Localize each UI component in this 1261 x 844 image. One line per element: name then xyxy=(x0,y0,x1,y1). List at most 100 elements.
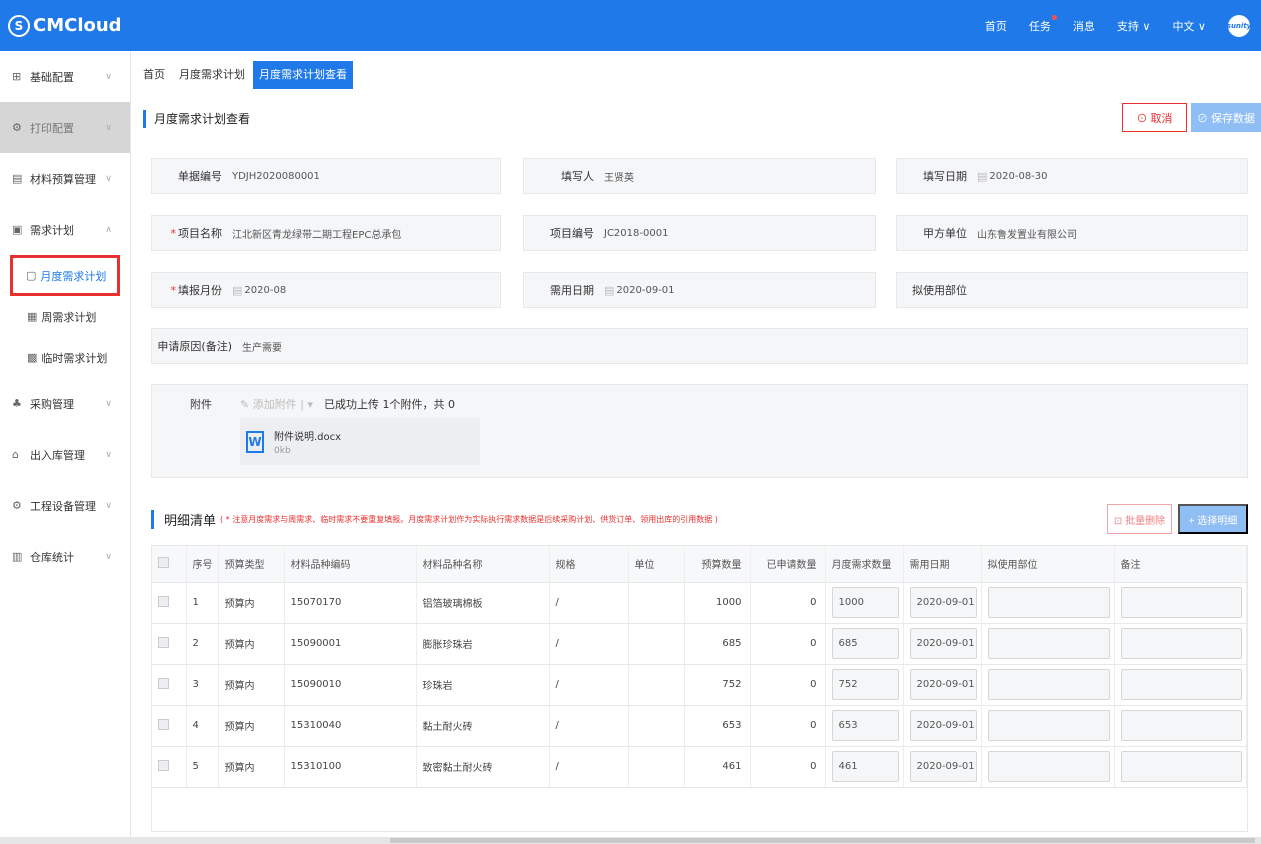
remark-input[interactable] xyxy=(1120,751,1242,782)
required-mark: * xyxy=(170,227,177,240)
use-dept-input[interactable] xyxy=(987,587,1110,618)
tab-home[interactable]: 首页 xyxy=(137,61,171,89)
need-date-input[interactable]: 2020-09-01 xyxy=(909,710,977,741)
cancel-button[interactable]: ⊙ 取消 xyxy=(1122,103,1187,132)
row-checkbox[interactable] xyxy=(158,759,169,771)
tab-monthly-plan-view[interactable]: 月度需求计划查看 xyxy=(253,61,353,89)
budget-icon: ▤ xyxy=(12,172,23,185)
cell-budget: 461 xyxy=(684,746,751,788)
stats-icon: ▥ xyxy=(12,550,23,563)
table-row: 2 预算内 15090001 膨胀珍珠岩 / 685 0 685 2020-09… xyxy=(152,623,1247,665)
row-checkbox-cell xyxy=(152,664,187,706)
batch-delete-button[interactable]: ⊡ 批量删除 xyxy=(1107,504,1172,534)
row-checkbox[interactable] xyxy=(158,595,169,607)
field-label: 甲方单位 xyxy=(923,227,967,240)
row-checkbox[interactable] xyxy=(158,718,169,730)
cell-monthly: 1000 xyxy=(825,582,904,624)
project-name-label: 项目名称 xyxy=(178,227,222,240)
sidebar-item-warehouse-stats[interactable]: ▥ 仓库统计 ∨ xyxy=(0,531,130,582)
need-date-input[interactable]: 2020-09-01 xyxy=(909,751,977,782)
cell-date: 2020-09-01 xyxy=(903,746,982,788)
scrollbar-thumb[interactable] xyxy=(390,838,1255,843)
need-date-input[interactable]: 2020-09-01 xyxy=(909,587,977,618)
use-dept-input[interactable] xyxy=(987,669,1110,700)
table-row: 3 预算内 15090010 珍珠岩 / 752 0 752 2020-09-0… xyxy=(152,664,1247,706)
field-reason[interactable]: 申请原因(备注) 生产需要 xyxy=(151,328,1248,364)
sidebar-item-label: 仓库统计 xyxy=(30,550,74,564)
save-button[interactable]: ⊘ 保存数据 xyxy=(1191,103,1261,132)
top-bar: S CMCloud 首页 任务 消息 支持 ∨ 中文 ∨ sunity xyxy=(0,0,1261,51)
monthly-qty-input[interactable]: 685 xyxy=(831,628,899,659)
add-attachment-button[interactable]: ✎ 添加附件 | ▾ xyxy=(240,396,313,412)
cell-no: 2 xyxy=(186,623,219,665)
col-header: 规格 xyxy=(549,546,629,583)
nav-tasks[interactable]: 任务 xyxy=(1029,14,1057,34)
cell-use-dept xyxy=(981,582,1115,624)
field-need-date: 需用日期 ▤ 2020-09-01 xyxy=(523,272,876,308)
report-month-value: 2020-08 xyxy=(244,284,287,296)
col-header: 拟使用部位 xyxy=(981,546,1115,583)
monthly-qty-input[interactable]: 1000 xyxy=(831,587,899,618)
field-doc-no: 单据编号 YDJH2020080001 xyxy=(151,158,501,194)
cell-budget: 752 xyxy=(684,664,751,706)
sidebar-subitem-label: 周需求计划 xyxy=(41,310,97,324)
clock-icon: ▩ xyxy=(27,351,38,364)
attachment-file[interactable]: W 附件说明.docx 0kb xyxy=(240,418,480,465)
sidebar-item-basic-config[interactable]: ⊞ 基础配置 ∨ xyxy=(0,51,130,102)
sidebar-item-label: 打印配置 xyxy=(30,121,74,135)
sidebar-item-material-budget[interactable]: ▤ 材料预算管理 ∨ xyxy=(0,153,130,204)
cell-code: 15090001 xyxy=(284,623,417,665)
remark-input[interactable] xyxy=(1120,587,1242,618)
avatar[interactable]: sunity xyxy=(1227,14,1251,37)
row-checkbox[interactable] xyxy=(158,677,169,689)
row-checkbox[interactable] xyxy=(158,636,169,648)
monthly-qty-input[interactable]: 653 xyxy=(831,710,899,741)
use-dept-input[interactable] xyxy=(987,628,1110,659)
sidebar-item-print-config[interactable]: ⚙ 打印配置 ∨ xyxy=(0,102,130,153)
sidebar-item-equipment[interactable]: ⚙ 工程设备管理 ∨ xyxy=(0,480,130,531)
choose-detail-button[interactable]: + 选择明细 xyxy=(1178,504,1248,534)
nav-messages[interactable]: 消息 xyxy=(1073,18,1095,34)
cell-spec: / xyxy=(549,664,629,706)
brand-logo[interactable]: S CMCloud xyxy=(0,0,131,51)
sidebar-item-demand-plan[interactable]: ▣ 需求计划 ∧ xyxy=(0,204,130,255)
remark-input[interactable] xyxy=(1120,710,1242,741)
cell-unit xyxy=(628,746,685,788)
nav-home[interactable]: 首页 xyxy=(985,18,1007,34)
remark-input[interactable] xyxy=(1120,669,1242,700)
field-label: 填写日期 xyxy=(923,170,967,183)
cell-monthly: 752 xyxy=(825,664,904,706)
nav-language[interactable]: 中文 ∨ xyxy=(1172,18,1206,34)
sidebar-subitem-temp-plan[interactable]: ▩ 临时需求计划 xyxy=(0,337,130,378)
need-date-input[interactable]: 2020-09-01 xyxy=(909,669,977,700)
monthly-qty-input[interactable]: 752 xyxy=(831,669,899,700)
word-file-icon: W xyxy=(246,430,264,453)
monthly-qty-input[interactable]: 461 xyxy=(831,751,899,782)
sidebar-subitem-weekly-plan[interactable]: ▦ 周需求计划 xyxy=(0,296,130,337)
warehouse-icon: ⌂ xyxy=(12,448,19,461)
select-all-checkbox[interactable] xyxy=(158,556,169,568)
field-use-dept[interactable]: 拟使用部位 xyxy=(896,272,1248,308)
cell-applied: 0 xyxy=(750,623,826,665)
cell-code: 15310100 xyxy=(284,746,417,788)
horizontal-scrollbar[interactable] xyxy=(0,837,1261,844)
sidebar-item-purchase[interactable]: ♣ 采购管理 ∨ xyxy=(0,378,130,429)
cell-remark xyxy=(1114,582,1247,624)
calendar-icon: ▤ xyxy=(977,169,988,183)
nav-support[interactable]: 支持 ∨ xyxy=(1117,18,1151,34)
cell-type: 预算内 xyxy=(218,664,285,706)
cell-date: 2020-09-01 xyxy=(903,705,982,747)
sidebar-subitem-monthly-plan[interactable]: ▢ 月度需求计划 xyxy=(10,255,120,296)
cell-monthly: 461 xyxy=(825,746,904,788)
tab-monthly-plan[interactable]: 月度需求计划 xyxy=(173,61,251,89)
reason-value: 生产需要 xyxy=(242,342,282,354)
use-dept-input[interactable] xyxy=(987,710,1110,741)
col-header: 已申请数量 xyxy=(750,546,826,583)
use-dept-input[interactable] xyxy=(987,751,1110,782)
need-date-input[interactable]: 2020-09-01 xyxy=(909,628,977,659)
calendar-icon: ▤ xyxy=(232,283,243,297)
sidebar-item-inout[interactable]: ⌂ 出入库管理 ∨ xyxy=(0,429,130,480)
remark-input[interactable] xyxy=(1120,628,1242,659)
calendar-icon: ▤ xyxy=(604,283,615,297)
chevron-down-icon: ∨ xyxy=(105,71,112,82)
